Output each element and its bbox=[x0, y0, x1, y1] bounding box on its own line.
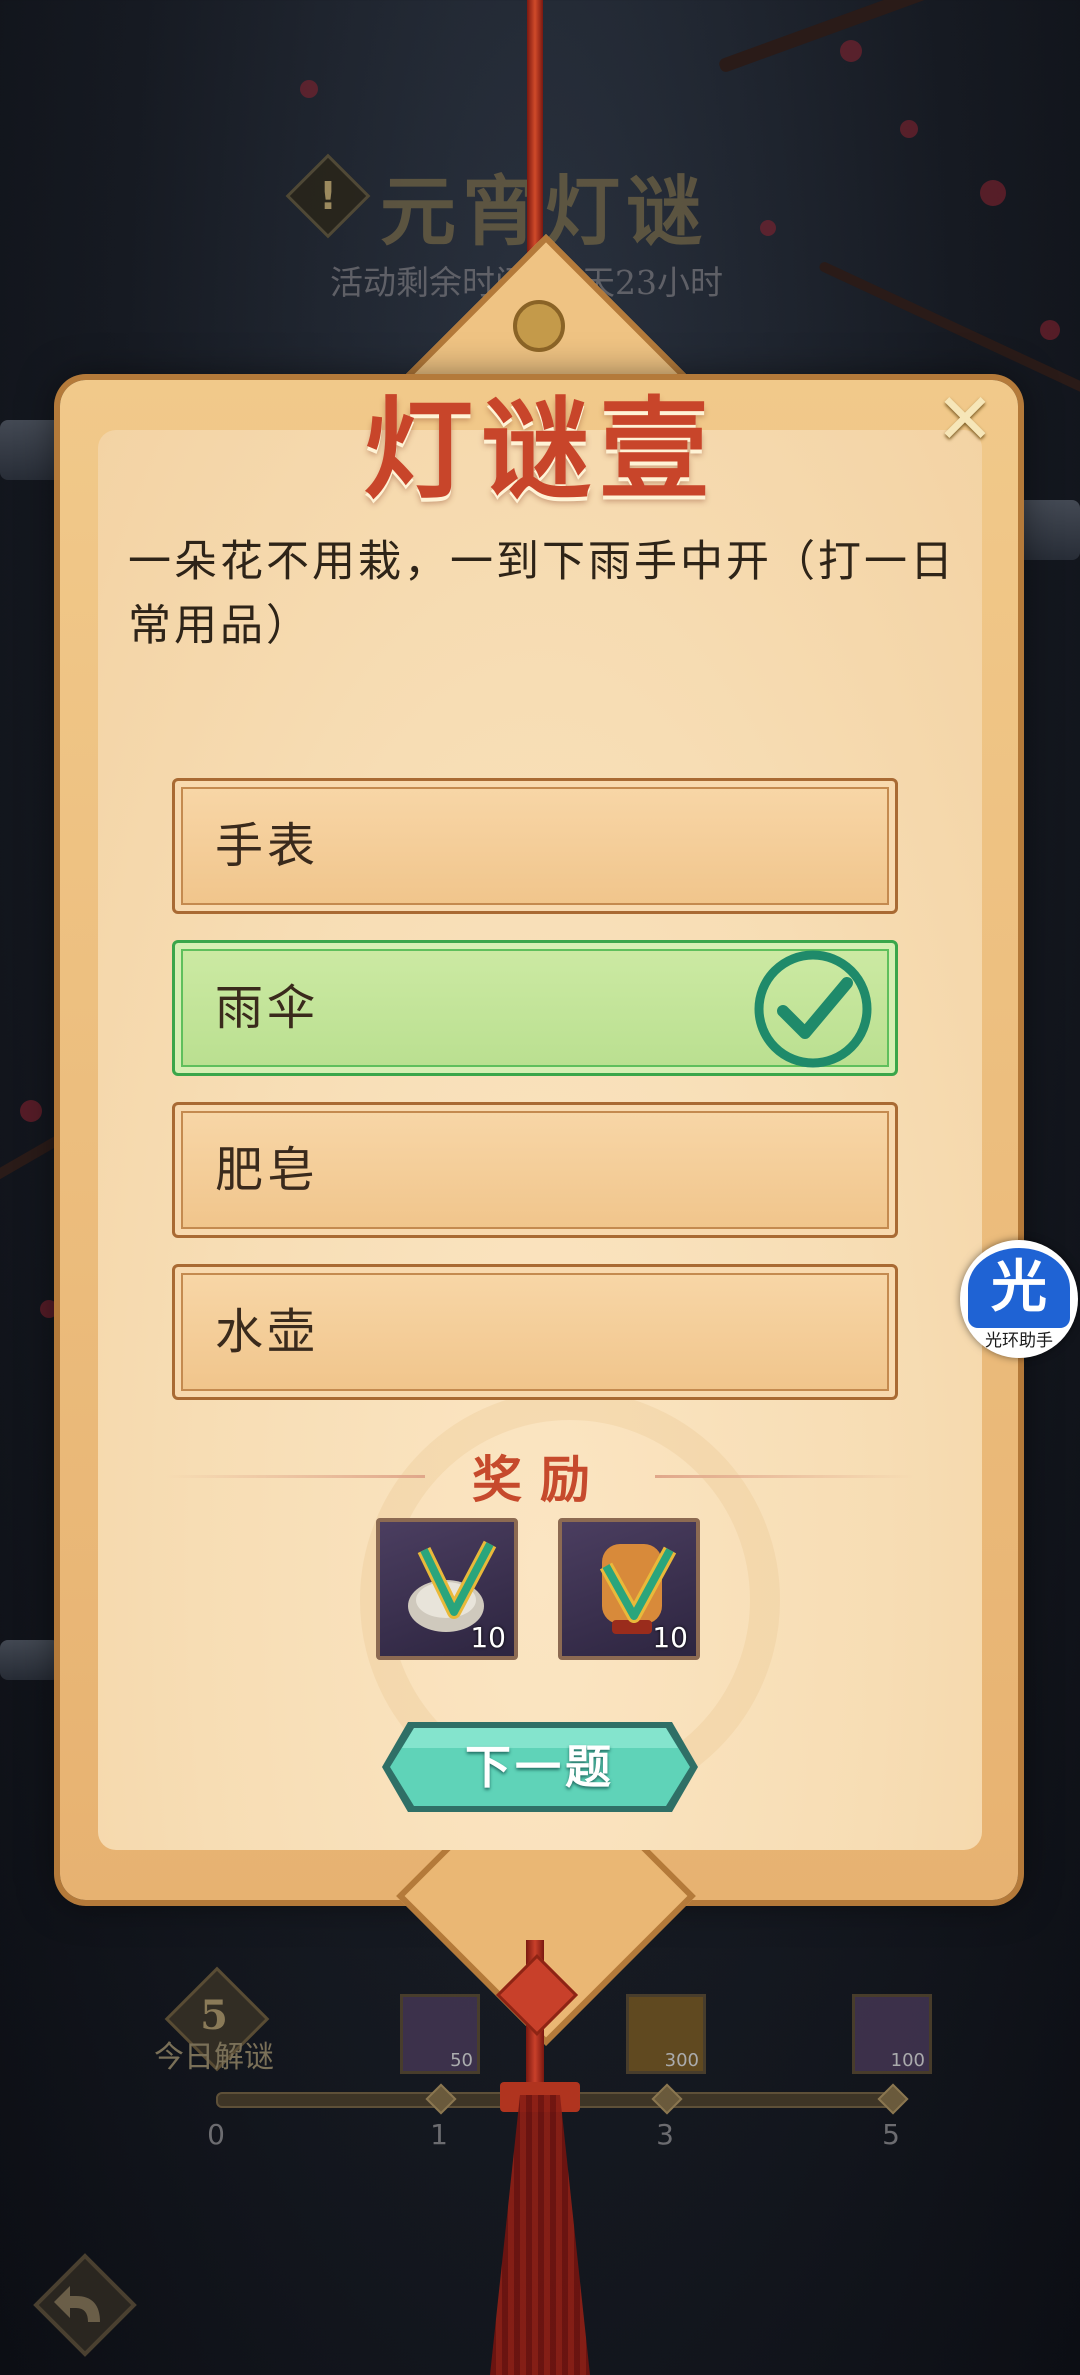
reward-quantity: 10 bbox=[652, 1621, 688, 1654]
answer-option-2[interactable]: 雨伞 bbox=[172, 940, 898, 1076]
progress-label: 5 bbox=[882, 2118, 900, 2151]
milestone-quantity: 300 bbox=[664, 2050, 699, 2071]
answer-option-4[interactable]: 水壶 bbox=[172, 1264, 898, 1400]
reward-title: 奖励 bbox=[472, 1450, 608, 1509]
milestone-reward-2[interactable]: 300 bbox=[626, 1994, 706, 2074]
info-icon[interactable]: ! bbox=[285, 153, 371, 239]
answer-option-label: 手表 bbox=[215, 818, 320, 874]
milestone-quantity: 100 bbox=[890, 2050, 925, 2071]
milestone-quantity: 50 bbox=[450, 2050, 473, 2071]
progress-node bbox=[877, 2083, 909, 2115]
riddle-question: 一朵花不用栽，一到下雨手中开（打一日常用品） bbox=[128, 537, 956, 651]
helper-label: 光环助手 bbox=[985, 1331, 1053, 1351]
riddle-title: 灯谜壹 bbox=[363, 385, 717, 514]
milestone-reward-3[interactable]: 100 bbox=[852, 1994, 932, 2074]
answer-option-label: 雨伞 bbox=[215, 980, 320, 1036]
next-question-button[interactable]: 下一题 bbox=[378, 1718, 702, 1816]
close-icon: ✕ bbox=[935, 378, 995, 460]
progress-label: 1 bbox=[430, 2118, 448, 2151]
reward-quantity: 10 bbox=[470, 1621, 506, 1654]
answer-option-1[interactable]: 手表 bbox=[172, 778, 898, 914]
reward-divider-left bbox=[165, 1475, 425, 1478]
reward-item-1[interactable]: 10 bbox=[376, 1518, 518, 1660]
progress-node bbox=[425, 2083, 457, 2115]
cord-knob bbox=[513, 300, 565, 352]
back-button[interactable] bbox=[30, 2250, 140, 2360]
answer-option-label: 水壶 bbox=[215, 1304, 320, 1360]
reward-divider-right bbox=[655, 1475, 915, 1478]
helper-float-button[interactable]: 光 光环助手 bbox=[960, 1240, 1078, 1358]
check-circle-icon bbox=[754, 950, 872, 1068]
progress-node bbox=[651, 2083, 683, 2115]
progress-label: 3 bbox=[656, 2118, 674, 2151]
answer-option-label: 肥皂 bbox=[215, 1142, 320, 1198]
daily-count-label: 今日解谜 bbox=[154, 2040, 274, 2075]
next-question-label: 下一题 bbox=[465, 1740, 615, 1794]
milestone-reward-1[interactable]: 50 bbox=[400, 1994, 480, 2074]
close-button[interactable]: ✕ bbox=[935, 384, 995, 454]
helper-logo-icon: 光 bbox=[968, 1248, 1070, 1328]
reward-item-2[interactable]: 10 bbox=[558, 1518, 700, 1660]
progress-label: 0 bbox=[207, 2118, 225, 2151]
answer-option-3[interactable]: 肥皂 bbox=[172, 1102, 898, 1238]
red-tassel bbox=[490, 2095, 590, 2375]
